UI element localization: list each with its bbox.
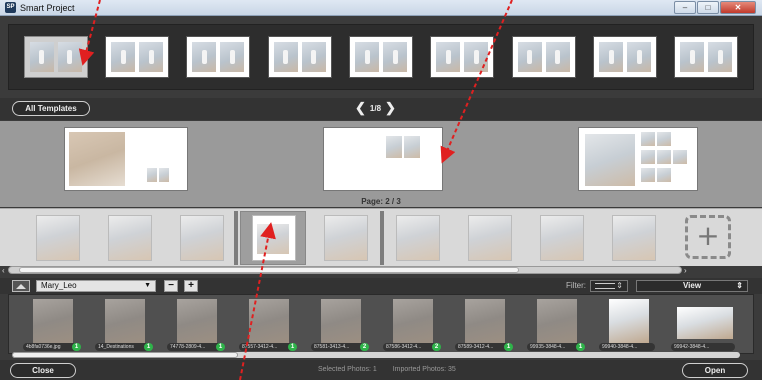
annotation-arrow-template <box>78 0 101 66</box>
annotation-arrow-page <box>239 222 276 380</box>
annotation-arrows <box>78 0 513 380</box>
annotation-arrow-spread <box>440 0 513 164</box>
